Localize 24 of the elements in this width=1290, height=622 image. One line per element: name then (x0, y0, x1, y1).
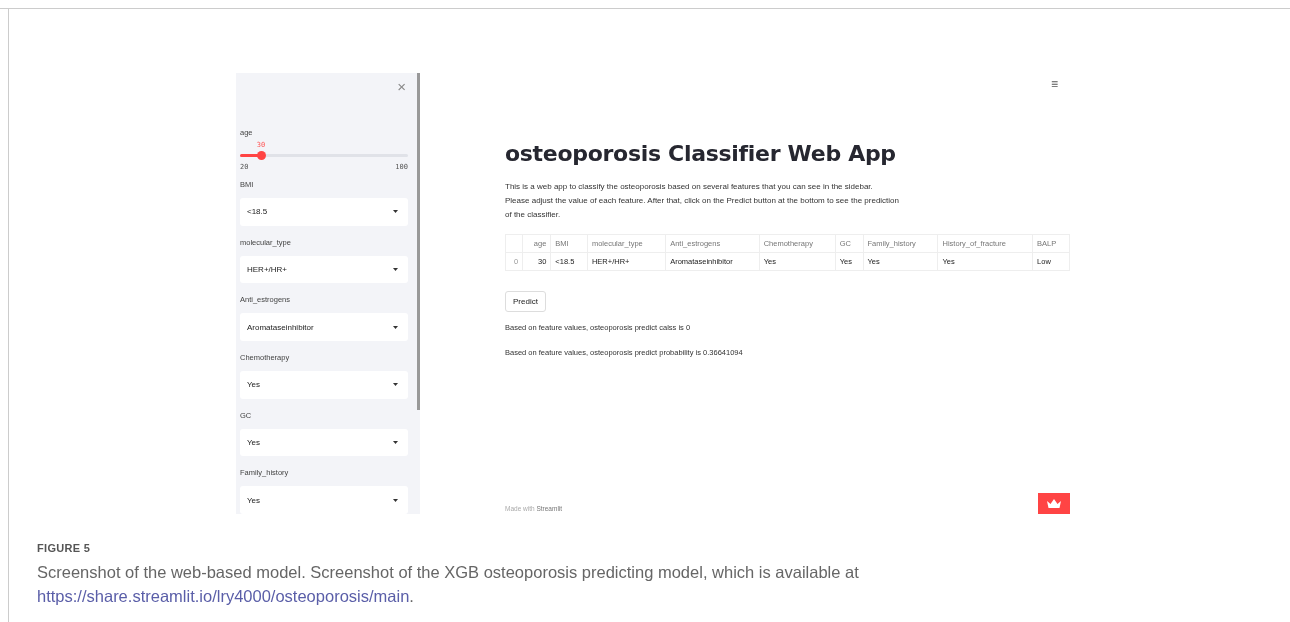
select-field[interactable]: Yes (240, 486, 408, 515)
caret-icon (393, 383, 398, 387)
caret-icon (393, 441, 398, 444)
select-field[interactable]: Yes (240, 371, 408, 399)
page-title: osteoporosis Classifier Web App (505, 141, 897, 166)
intro-text: This is a web app to classify the osteoporosis based on several features that you can see in the sidebar. (505, 181, 874, 193)
caret-icon (393, 325, 398, 329)
predict-button[interactable]: Predict (505, 291, 546, 312)
intro-text: Please adjust the value of each feature. After that, click on the Predict button at the bottom to see the prediction of the classifier. (505, 195, 901, 221)
scrollbar[interactable] (417, 73, 420, 410)
menu-button[interactable]: ≡ (1051, 77, 1058, 91)
caret-icon (393, 498, 398, 502)
slider-thumb[interactable] (257, 151, 266, 160)
select-field[interactable]: Yes (240, 428, 408, 457)
crown-icon (1047, 499, 1061, 508)
caret-icon (393, 210, 398, 214)
figure-caption: Screenshot of the web-based model. Screenshot of the XGB osteoporosis predicting model, which is available at https://share.streamlit.io/lry4000/osteoporosis/main. (37, 562, 860, 607)
select-field[interactable]: <18.5 (240, 198, 408, 226)
caption-link[interactable]: https://share.streamlit.io/lry4000/osteoporosis/main (37, 587, 410, 605)
crown-button[interactable] (1038, 493, 1070, 514)
figure-label: FIGURE 5 (37, 542, 92, 554)
select-field[interactable]: Aromataseinhibitor (240, 313, 408, 341)
select-field[interactable]: HER+/HR+ (240, 255, 408, 284)
caret-icon (393, 268, 398, 271)
